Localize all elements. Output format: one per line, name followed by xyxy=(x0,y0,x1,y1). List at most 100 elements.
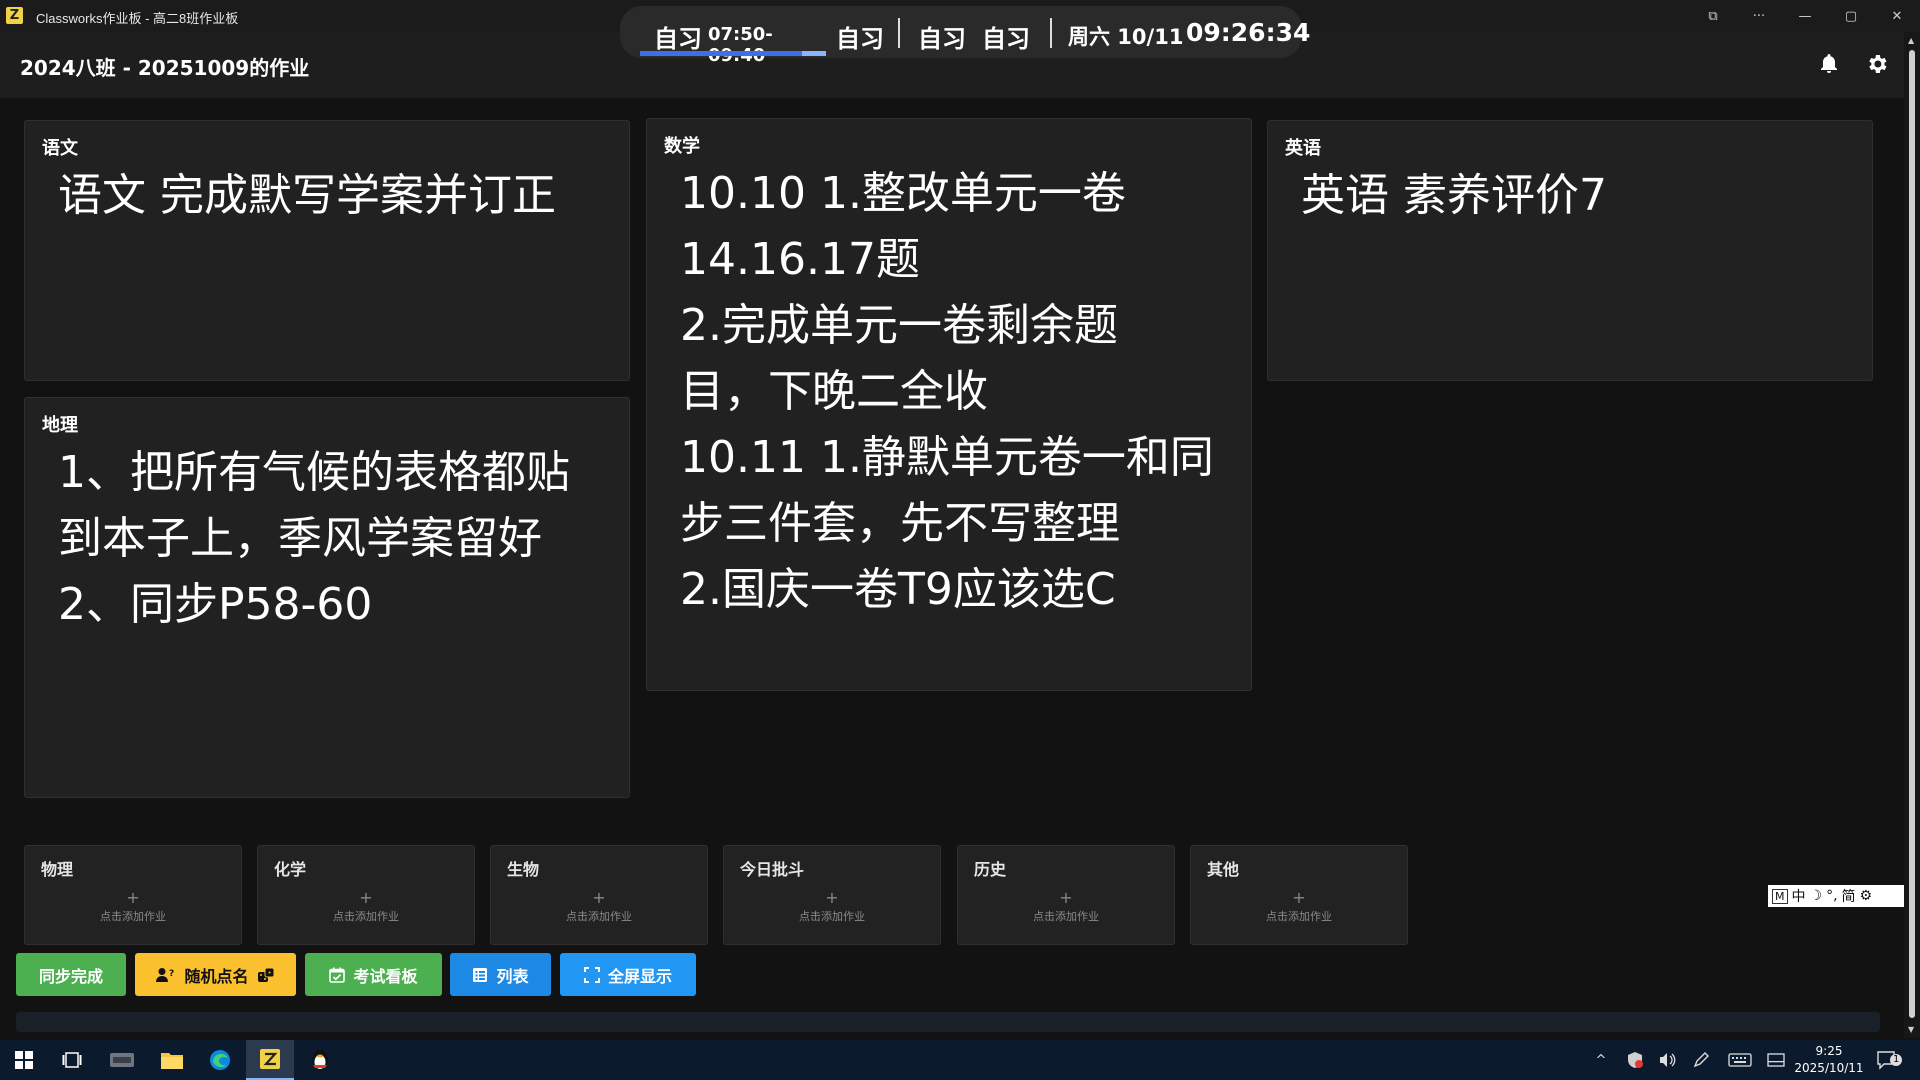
vertical-scrollbar[interactable]: ▲ ▼ xyxy=(1904,32,1920,1038)
svg-text:?: ? xyxy=(169,969,174,979)
calendar-check-icon xyxy=(329,967,346,983)
sync-complete-label: 同步完成 xyxy=(38,966,103,986)
homework-card-geography[interactable]: 地理 1、把所有气候的表格都贴 到本子上，季风学案留好 2、同步P58-60 xyxy=(24,397,630,798)
next-period-1: 自习 xyxy=(836,25,884,53)
homework-card-chinese[interactable]: 语文 语文 完成默写学案并订正 xyxy=(24,120,630,381)
card-subject: 数学 xyxy=(664,136,700,157)
next-period-2: 自习 xyxy=(918,25,966,53)
card-subject: 语文 xyxy=(42,138,78,159)
volume-icon[interactable] xyxy=(1658,1051,1676,1069)
plus-icon: + xyxy=(1292,888,1306,907)
more-icon[interactable]: ··· xyxy=(1736,0,1782,32)
minimize-button[interactable]: — xyxy=(1782,0,1828,32)
cast-icon[interactable]: ⧉ xyxy=(1690,0,1736,32)
card-subject: 地理 xyxy=(42,415,78,436)
taskbar-clock[interactable]: 9:25 2025/10/11 xyxy=(1786,1043,1872,1077)
list-icon xyxy=(473,967,488,982)
ime-mode-icon[interactable]: M xyxy=(1772,888,1788,904)
scroll-up-icon[interactable]: ▲ xyxy=(1908,36,1914,45)
close-button[interactable]: ✕ xyxy=(1874,0,1920,32)
exam-board-button[interactable]: 考试看板 xyxy=(305,953,442,996)
task-view-button[interactable] xyxy=(48,1040,96,1080)
empty-card-biology[interactable]: 生物 + 点击添加作业 xyxy=(490,845,708,945)
taskbar-date: 2025/10/11 xyxy=(1794,1061,1864,1075)
gear-icon[interactable] xyxy=(1865,52,1889,76)
card-subject: 历史 xyxy=(974,860,1007,879)
card-subject: 生物 xyxy=(507,860,540,879)
pen-icon[interactable] xyxy=(1692,1051,1710,1069)
taskbar-app-explorer[interactable] xyxy=(148,1040,196,1080)
bell-icon[interactable] xyxy=(1817,52,1841,76)
homework-card-english[interactable]: 英语 英语 素养评价7 xyxy=(1267,120,1873,381)
homework-card-math[interactable]: 数学 10.10 1.整改单元一卷 14.16.17题 2.完成单元一卷剩余题 … xyxy=(646,118,1252,691)
ime-script[interactable]: 简 xyxy=(1842,886,1856,906)
keyboard-app-icon xyxy=(110,1053,134,1067)
add-homework-hint: 点击添加作业 xyxy=(566,910,632,923)
person-question-icon: ? xyxy=(156,967,175,982)
security-shield-icon[interactable] xyxy=(1626,1051,1644,1069)
notification-center[interactable]: 1 xyxy=(1876,1040,1903,1080)
notification-count: 1 xyxy=(1890,1054,1903,1066)
scroll-down-icon[interactable]: ▼ xyxy=(1908,1025,1914,1034)
fullscreen-icon xyxy=(583,966,600,983)
divider xyxy=(898,18,900,48)
random-call-button[interactable]: ? 随机点名 xyxy=(135,953,296,996)
taskbar-app-classworks[interactable] xyxy=(246,1040,294,1080)
card-content: 1、把所有气候的表格都贴 到本子上，季风学案留好 2、同步P58-60 xyxy=(58,447,570,630)
current-period-label: 自习 xyxy=(654,25,702,53)
period-timer: 自习 07:50-09:40 自习 自习 自习 周六 10/11 09:26:3… xyxy=(620,6,1310,66)
card-subject: 化学 xyxy=(274,860,307,879)
add-homework-hint: 点击添加作业 xyxy=(100,910,166,923)
ime-settings-icon[interactable]: ⚙ xyxy=(1860,888,1873,904)
penguin-icon xyxy=(312,1050,328,1070)
empty-card-chemistry[interactable]: 化学 + 点击添加作业 xyxy=(257,845,475,945)
random-call-label: 随机点名 xyxy=(184,966,249,986)
chevron-up-icon[interactable]: ^ xyxy=(1586,1053,1616,1068)
empty-card-today-review[interactable]: 今日批斗 + 点击添加作业 xyxy=(723,845,941,945)
start-button[interactable] xyxy=(0,1040,48,1080)
input-indicator-icon[interactable] xyxy=(1766,1052,1786,1068)
keyboard-icon[interactable] xyxy=(1728,1052,1752,1068)
card-subject: 其他 xyxy=(1207,860,1240,879)
list-view-label: 列表 xyxy=(496,966,529,986)
period-progress-bar xyxy=(640,51,826,56)
maximize-button[interactable]: ▢ xyxy=(1828,0,1874,32)
sync-complete-button[interactable]: 同步完成 xyxy=(16,953,126,996)
card-subject: 英语 xyxy=(1285,138,1321,159)
scroll-thumb[interactable] xyxy=(1909,50,1915,1018)
classworks-icon xyxy=(260,1049,280,1069)
folder-icon xyxy=(161,1053,183,1069)
app-icon: Z xyxy=(6,7,23,24)
list-view-button[interactable]: 列表 xyxy=(450,953,551,996)
taskbar: ^ 9:25 2025/10/11 1 xyxy=(0,1040,1920,1080)
card-content: 10.10 1.整改单元一卷 14.16.17题 2.完成单元一卷剩余题 目，下… xyxy=(680,168,1214,615)
period-progress-fill xyxy=(640,51,802,56)
add-homework-hint: 点击添加作业 xyxy=(333,910,399,923)
ime-toolbar[interactable]: M 中 ☽ °, 简 ⚙ xyxy=(1768,885,1920,907)
taskbar-app-terminal[interactable] xyxy=(98,1040,146,1080)
empty-card-physics[interactable]: 物理 + 点击添加作业 xyxy=(24,845,242,945)
empty-card-other[interactable]: 其他 + 点击添加作业 xyxy=(1190,845,1408,945)
plus-icon: + xyxy=(592,888,606,907)
ime-punctuation[interactable]: °, xyxy=(1826,888,1837,904)
taskbar-app-edge[interactable] xyxy=(196,1040,244,1080)
add-homework-hint: 点击添加作业 xyxy=(799,910,865,923)
day-date: 周六 10/11 xyxy=(1068,25,1184,49)
window-title: Classworks作业板 - 高二8班作业板 xyxy=(36,11,239,26)
bottom-panel xyxy=(16,1012,1880,1032)
ime-moon-icon[interactable]: ☽ xyxy=(1810,888,1823,904)
card-content: 英语 素养评价7 xyxy=(1301,170,1607,221)
ime-language[interactable]: 中 xyxy=(1792,886,1806,906)
task-view-icon xyxy=(62,1052,82,1068)
taskbar-time: 9:25 xyxy=(1815,1044,1843,1058)
page-title: 2024八班 - 20251009的作业 xyxy=(20,56,310,80)
fullscreen-button[interactable]: 全屏显示 xyxy=(560,953,696,996)
add-homework-hint: 点击添加作业 xyxy=(1033,910,1099,923)
fullscreen-label: 全屏显示 xyxy=(607,966,672,986)
card-subject: 今日批斗 xyxy=(740,860,805,879)
clock-time: 09:26:34 xyxy=(1186,18,1311,47)
windows-icon xyxy=(15,1051,33,1069)
taskbar-app-qq[interactable] xyxy=(296,1040,344,1080)
edge-icon xyxy=(210,1050,230,1070)
empty-card-history[interactable]: 历史 + 点击添加作业 xyxy=(957,845,1175,945)
